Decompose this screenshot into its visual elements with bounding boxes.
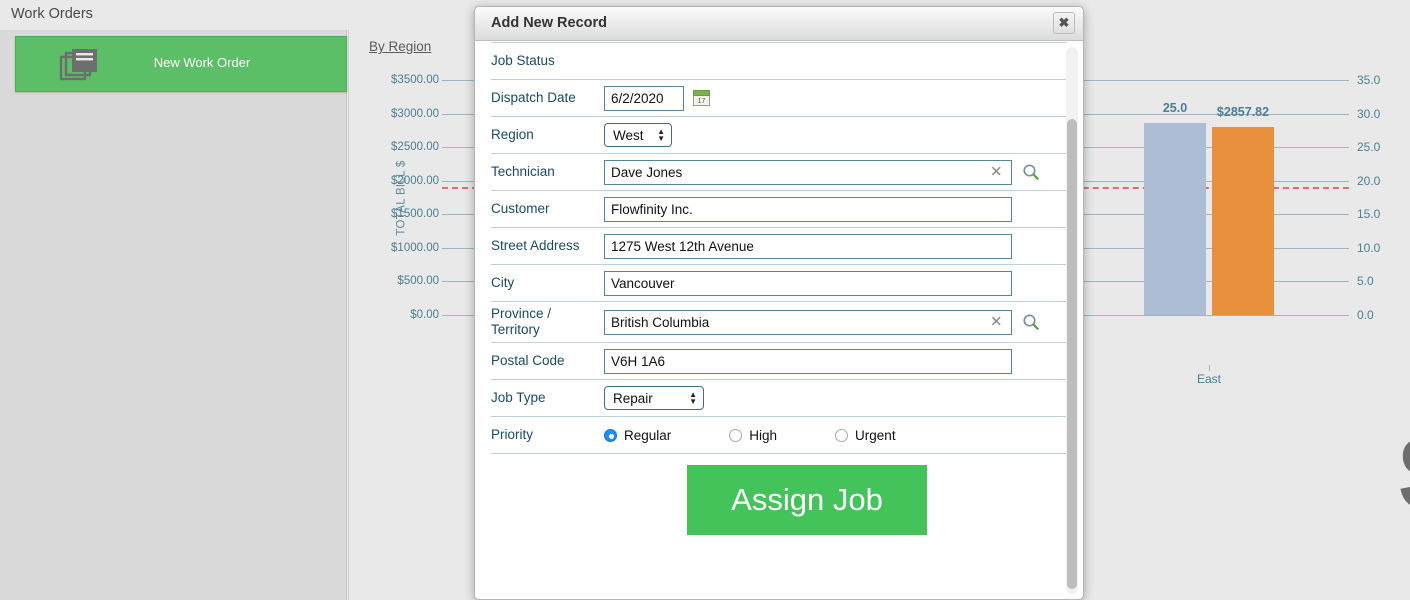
form-row-postal-code: Postal Code: [491, 342, 1067, 379]
dispatch-date-label: Dispatch Date: [491, 86, 604, 110]
close-icon[interactable]: ✖: [1053, 12, 1075, 34]
y-axis-tick-right: 20.0: [1357, 174, 1380, 188]
assign-job-button[interactable]: Assign Job: [687, 465, 927, 535]
city-input[interactable]: [604, 271, 1012, 296]
add-new-record-dialog: Add New Record ✖ Job Status Dispatch Dat…: [474, 6, 1084, 600]
dispatch-date-input[interactable]: [604, 86, 684, 111]
form-row-priority: Priority Regular High Urgent: [491, 416, 1067, 453]
dollar-sign-icon: $: [1399, 425, 1410, 521]
y-axis-tick-left: $500.00: [397, 275, 439, 287]
y-axis-tick-right: 15.0: [1357, 207, 1380, 221]
x-axis-tick-mark: [1209, 365, 1210, 371]
form-row-province: Province / Territory ✕: [491, 301, 1067, 342]
customer-input[interactable]: [604, 197, 1012, 222]
bar-label-billable-hours: $2857.82: [1217, 105, 1269, 119]
y-axis-tick-left: $0.00: [410, 309, 439, 321]
priority-option-regular[interactable]: Regular: [604, 428, 671, 443]
y-axis-tick-right: 0.0: [1357, 308, 1374, 322]
clear-icon[interactable]: ✕: [990, 315, 1003, 330]
y-axis-tick-left: $1500.00: [391, 208, 439, 220]
form-row-region: Region WestEastNorthSouth ▲▼: [491, 116, 1067, 153]
dialog-scrollbar-thumb[interactable]: [1067, 119, 1077, 589]
x-axis-tick-label: East: [1197, 372, 1221, 386]
priority-option-urgent[interactable]: Urgent: [835, 428, 896, 443]
work-orders-sidebar: New Work Order: [0, 30, 347, 600]
priority-option-label: Regular: [624, 428, 671, 443]
radio-icon: [729, 429, 742, 442]
y-axis-tick-left: $2500.00: [391, 141, 439, 153]
y-axis-tick-left: $3000.00: [391, 108, 439, 120]
y-axis-tick-left: $3500.00: [391, 74, 439, 86]
radio-icon: [604, 429, 617, 442]
clear-icon[interactable]: ✕: [990, 165, 1003, 180]
y-axis-tick-right: 35.0: [1357, 73, 1380, 87]
y-axis-label-left: TOTAL BILL $: [396, 160, 408, 235]
y-axis-tick-right: 25.0: [1357, 140, 1380, 154]
region-select[interactable]: WestEastNorthSouth: [604, 123, 672, 147]
dialog-title: Add New Record: [491, 15, 607, 31]
form-submit-row: Assign Job: [491, 453, 1067, 535]
technician-label: Technician: [491, 160, 604, 184]
priority-option-label: Urgent: [855, 428, 896, 443]
bar-total-bill[interactable]: [1144, 123, 1206, 315]
job-status-label: Job Status: [491, 49, 604, 73]
priority-option-high[interactable]: High: [729, 428, 777, 443]
calendar-icon[interactable]: 17: [693, 90, 710, 106]
page-title: Work Orders: [11, 6, 93, 22]
customer-label: Customer: [491, 197, 604, 221]
job-type-label: Job Type: [491, 386, 604, 410]
y-axis-tick-right: 30.0: [1357, 107, 1380, 121]
technician-input[interactable]: [604, 160, 1012, 185]
priority-option-label: High: [749, 428, 777, 443]
bar-billable-hours[interactable]: [1212, 127, 1274, 315]
street-address-input[interactable]: [604, 234, 1012, 259]
form-row-technician: Technician ✕: [491, 153, 1067, 190]
city-label: City: [491, 271, 604, 295]
y-axis-tick-right: 5.0: [1357, 274, 1374, 288]
dialog-header: Add New Record ✖: [475, 7, 1083, 41]
job-type-select-wrapper: RepairInstallInspectionMaintenance ▲▼: [604, 386, 704, 410]
job-type-select[interactable]: RepairInstallInspectionMaintenance: [604, 386, 704, 410]
province-label-line2: Territory: [491, 322, 540, 337]
street-address-label: Street Address: [491, 234, 604, 258]
svg-text:17: 17: [698, 98, 706, 105]
priority-label: Priority: [491, 423, 604, 447]
add-record-form: Job Status Dispatch Date 17: [475, 42, 1083, 535]
postal-code-label: Postal Code: [491, 349, 604, 373]
bar-label-total-bill: 25.0: [1163, 101, 1187, 115]
form-row-dispatch-date: Dispatch Date 17: [491, 79, 1067, 116]
region-select-wrapper: WestEastNorthSouth ▲▼: [604, 123, 672, 147]
form-row-customer: Customer: [491, 190, 1067, 227]
province-label-line1: Province /: [491, 306, 551, 321]
search-icon[interactable]: [1022, 163, 1040, 181]
form-row-job-type: Job Type RepairInstallInspectionMaintena…: [491, 379, 1067, 416]
search-icon[interactable]: [1022, 313, 1040, 331]
priority-radio-group: Regular High Urgent: [604, 428, 954, 443]
y-axis-tick-right: 10.0: [1357, 241, 1380, 255]
new-work-order-button[interactable]: New Work Order: [15, 36, 347, 92]
y-axis-tick-left: $1000.00: [391, 242, 439, 254]
region-label: Region: [491, 123, 604, 147]
postal-code-input[interactable]: [604, 349, 1012, 374]
dialog-body: Job Status Dispatch Date 17: [475, 42, 1083, 599]
province-input[interactable]: [604, 310, 1012, 335]
form-row-city: City: [491, 264, 1067, 301]
chart-heading[interactable]: By Region: [369, 39, 431, 54]
new-work-order-label: New Work Order: [16, 55, 346, 70]
province-label: Province / Territory: [491, 302, 604, 342]
form-row-street-address: Street Address: [491, 227, 1067, 264]
y-axis-tick-left: $2000.00: [391, 175, 439, 187]
form-row-job-status: Job Status: [491, 42, 1067, 79]
radio-icon: [835, 429, 848, 442]
